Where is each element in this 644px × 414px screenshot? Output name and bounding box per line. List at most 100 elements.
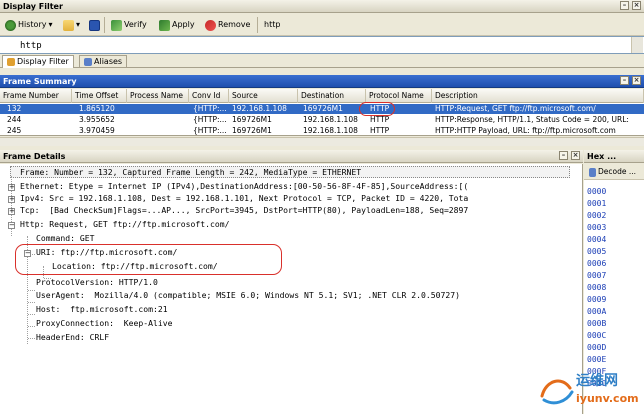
watermark-cn-text: 运维网 — [576, 373, 618, 389]
detail-line-tcp[interactable]: Tcp: [Bad CheckSum]Flags=...AP..., SrcPo… — [20, 204, 468, 216]
cell-frame: 132 — [7, 104, 22, 113]
detail-line-http[interactable]: Http: Request, GET ftp://ftp.microsoft.c… — [20, 218, 230, 230]
column-header[interactable]: Time Offset — [72, 89, 127, 103]
cell-description: HTTP:Request, GET ftp://ftp.microsoft.co… — [435, 104, 596, 113]
chevron-down-icon: ▾ — [48, 20, 53, 29]
hex-offset: 0007 — [587, 271, 607, 280]
remove-label: Remove — [218, 20, 251, 29]
close-icon[interactable]: × — [571, 151, 580, 160]
verify-icon — [111, 19, 122, 31]
hex-offset: 000E — [587, 355, 607, 364]
verify-button[interactable]: Verify — [108, 17, 150, 33]
aliases-icon — [84, 58, 92, 66]
close-icon[interactable]: × — [632, 76, 641, 85]
filter-icon — [7, 58, 15, 66]
load-filter-button[interactable]: ▾ — [60, 17, 83, 33]
expand-icon[interactable]: + — [8, 184, 15, 191]
table-row[interactable]: 245 3.970459 {HTTP:... 169726M1 192.168.… — [0, 126, 644, 135]
apply-button[interactable]: Apply — [156, 17, 198, 33]
cell-time: 3.955652 — [79, 115, 115, 124]
frame-details-title-text: Frame Details — [3, 152, 66, 161]
tab-display-filter-label: Display Filter — [17, 57, 69, 66]
detail-line-command[interactable]: Command: GET — [36, 232, 94, 244]
minimize-icon[interactable]: – — [559, 151, 568, 160]
table-row[interactable]: 244 3.955652 {HTTP:... 169726M1 192.168.… — [0, 115, 644, 125]
table-row[interactable]: 132 1.865120 {HTTP:... 192.168.1.108 169… — [0, 104, 644, 114]
cell-destination: 192.168.1.108 — [303, 115, 358, 124]
collapse-icon[interactable]: − — [8, 222, 15, 229]
column-header[interactable]: Destination — [298, 89, 366, 103]
remove-button[interactable]: Remove — [202, 17, 253, 33]
hex-title: Hex ... — [584, 150, 644, 163]
column-header[interactable]: Frame Number — [0, 89, 72, 103]
toolbar-separator — [104, 17, 105, 33]
hex-offset: 0009 — [587, 295, 607, 304]
hex-offset: 0006 — [587, 259, 607, 268]
detail-line-frame[interactable]: Frame: Number = 132, Captured Frame Leng… — [20, 166, 361, 178]
save-filter-button[interactable] — [86, 17, 103, 33]
frame-details-window-buttons: – × — [559, 151, 580, 160]
site-watermark-logo: 运维网 iyunv.com — [536, 366, 639, 412]
cell-frame: 245 — [7, 126, 22, 135]
detail-line-ipv4[interactable]: Ipv4: Src = 192.168.1.108, Dest = 192.16… — [20, 192, 468, 204]
hex-offset: 000B — [587, 319, 607, 328]
tab-aliases[interactable]: Aliases — [79, 55, 128, 68]
cell-conv: {HTTP:... — [193, 126, 227, 135]
cell-conv: {HTTP:... — [193, 115, 227, 124]
remove-icon — [205, 19, 216, 31]
filter-tabs: Display Filter Aliases — [0, 54, 644, 68]
history-label: History — [18, 20, 47, 29]
cell-conv: {HTTP:... — [193, 104, 227, 113]
column-header[interactable]: Description — [432, 89, 644, 103]
hex-toolbar: Decode ... — [584, 164, 644, 180]
decode-label: Decode ... — [598, 167, 637, 176]
history-icon — [5, 19, 16, 31]
protocol-highlight-oval — [359, 102, 395, 116]
cell-destination: 192.168.1.108 — [303, 126, 358, 135]
detail-line-protocol-version[interactable]: ProtocolVersion: HTTP/1.0 — [36, 276, 158, 288]
expand-icon[interactable]: + — [8, 196, 15, 203]
expand-icon[interactable]: + — [8, 208, 15, 215]
column-header[interactable]: Protocol Name — [366, 89, 432, 103]
detail-line-host[interactable]: Host: ftp.microsoft.com:21 — [36, 303, 168, 315]
hex-offset: 000D — [587, 343, 607, 352]
cell-source: 169726M1 — [232, 126, 272, 135]
filter-text-value: http — [20, 41, 42, 51]
frame-summary-window-buttons: – × — [620, 76, 641, 85]
hex-offset: 0001 — [587, 199, 607, 208]
display-filter-title: Display Filter – × — [0, 0, 644, 13]
detail-line-user-agent[interactable]: UserAgent: Mozilla/4.0 (compatible; MSIE… — [36, 289, 460, 301]
save-icon — [89, 19, 100, 31]
filter-text-input[interactable]: http — [0, 36, 644, 54]
minimize-icon[interactable]: – — [620, 1, 629, 10]
tab-display-filter[interactable]: Display Filter — [2, 55, 74, 68]
cell-protocol: HTTP — [370, 126, 390, 135]
detail-line-ethernet[interactable]: Ethernet: Etype = Internet IP (IPv4),Des… — [20, 180, 468, 192]
column-header[interactable]: Source — [229, 89, 298, 103]
close-icon[interactable]: × — [632, 1, 641, 10]
hex-offset: 0005 — [587, 247, 607, 256]
cell-source: 169726M1 — [232, 115, 272, 124]
column-header[interactable]: Process Name — [127, 89, 189, 103]
display-filter-window-buttons: – × — [620, 1, 641, 10]
hex-offset: 0008 — [587, 283, 607, 292]
cell-destination: 169726M1 — [303, 104, 343, 113]
frame-details-tree: Frame: Number = 132, Captured Frame Leng… — [0, 164, 583, 414]
summary-hscrollbar[interactable] — [0, 137, 644, 146]
filter-scrollbar[interactable] — [631, 37, 643, 53]
decode-button[interactable]: Decode ... — [586, 165, 639, 179]
hex-title-text: Hex ... — [587, 152, 617, 161]
history-button[interactable]: History ▾ — [2, 17, 55, 33]
frame-details-title: Frame Details – × — [0, 150, 583, 163]
hex-offset: 000C — [587, 331, 607, 340]
minimize-icon[interactable]: – — [620, 76, 629, 85]
column-header[interactable]: Conv Id — [189, 89, 229, 103]
detail-line-header-end[interactable]: HeaderEnd: CRLF — [36, 331, 109, 343]
frame-summary-title: Frame Summary – × — [0, 75, 644, 88]
cell-description: HTTP:Response, HTTP/1.1, Status Code = 2… — [435, 115, 629, 124]
frame-summary-header: Frame Number Time Offset Process Name Co… — [0, 89, 644, 103]
cell-protocol: HTTP — [370, 115, 390, 124]
verify-label: Verify — [124, 20, 147, 29]
decode-icon — [589, 167, 596, 177]
detail-line-proxy-connection[interactable]: ProxyConnection: Keep-Alive — [36, 317, 172, 329]
